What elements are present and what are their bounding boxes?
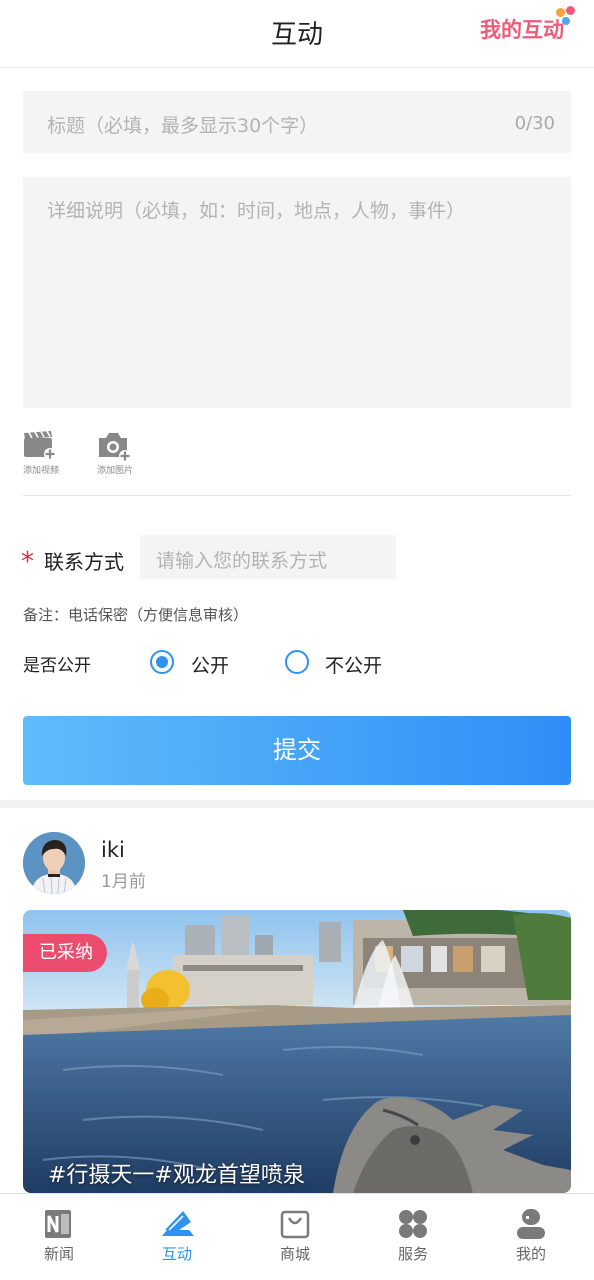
profile-icon [517, 1209, 545, 1239]
bottom-tab-bar: 新闻 互动 商城 服务 我的 [0, 1193, 594, 1280]
camera-add-icon [99, 433, 131, 462]
add-photo-label: 添加图片 [97, 466, 134, 476]
photo-caption: #行摄天一#观龙首望喷泉 [48, 1163, 305, 1188]
tab-shop-label: 商城 [279, 1245, 310, 1263]
services-grid-icon [399, 1210, 427, 1238]
post-time: 1月前 [101, 872, 146, 892]
news-icon [45, 1210, 71, 1238]
tab-news[interactable]: 新闻 [0, 1194, 118, 1280]
shop-bag-icon [280, 1210, 310, 1239]
public-setting-label: 是否公开 [23, 656, 91, 676]
brand-dots-icon [556, 6, 578, 28]
header-bar: 互动 我的互动 [0, 0, 594, 68]
privacy-note: 备注：电话保密（方便信息审核） [23, 606, 249, 624]
public-option-label[interactable]: 公开 [191, 651, 229, 678]
contact-label: 联系方式 [44, 550, 124, 574]
section-divider [0, 800, 594, 808]
contact-input[interactable]: 请输入您的联系方式 [140, 535, 396, 579]
required-mark: * [21, 547, 34, 577]
tab-news-label: 新闻 [43, 1245, 74, 1263]
tab-interaction-label: 互动 [161, 1245, 192, 1263]
private-option-label[interactable]: 不公开 [325, 651, 382, 678]
add-video-button[interactable]: 添加视频 [23, 430, 63, 476]
avatar[interactable] [23, 832, 85, 894]
my-interaction-link[interactable]: 我的互动 [480, 14, 564, 44]
title-input[interactable]: 标题（必填，最多显示30个字） 0/30 [23, 91, 571, 153]
tab-interaction[interactable]: 互动 [118, 1194, 236, 1280]
description-textarea[interactable]: 详细说明（必填，如：时间，地点，人物，事件） [23, 177, 571, 408]
submit-button[interactable]: 提交 [23, 716, 571, 785]
tab-profile-label: 我的 [515, 1245, 546, 1263]
add-photo-button[interactable]: 添加图片 [97, 430, 137, 476]
contact-placeholder: 请输入您的联系方式 [156, 550, 328, 572]
adopted-badge: 已采纳 [23, 934, 107, 972]
tab-profile[interactable]: 我的 [472, 1194, 590, 1280]
tab-services-label: 服务 [397, 1245, 428, 1263]
interaction-icon [162, 1211, 194, 1236]
title-placeholder: 标题（必填，最多显示30个字） [47, 115, 319, 137]
post-username[interactable]: iki [101, 838, 125, 862]
video-add-icon [24, 430, 56, 460]
tab-services[interactable]: 服务 [354, 1194, 472, 1280]
title-char-counter: 0/30 [514, 113, 555, 134]
tab-shop[interactable]: 商城 [236, 1194, 354, 1280]
private-radio[interactable] [285, 650, 309, 674]
add-video-label: 添加视频 [23, 466, 60, 476]
divider [23, 495, 571, 496]
description-placeholder: 详细说明（必填，如：时间，地点，人物，事件） [47, 200, 466, 222]
public-radio[interactable] [150, 650, 174, 674]
